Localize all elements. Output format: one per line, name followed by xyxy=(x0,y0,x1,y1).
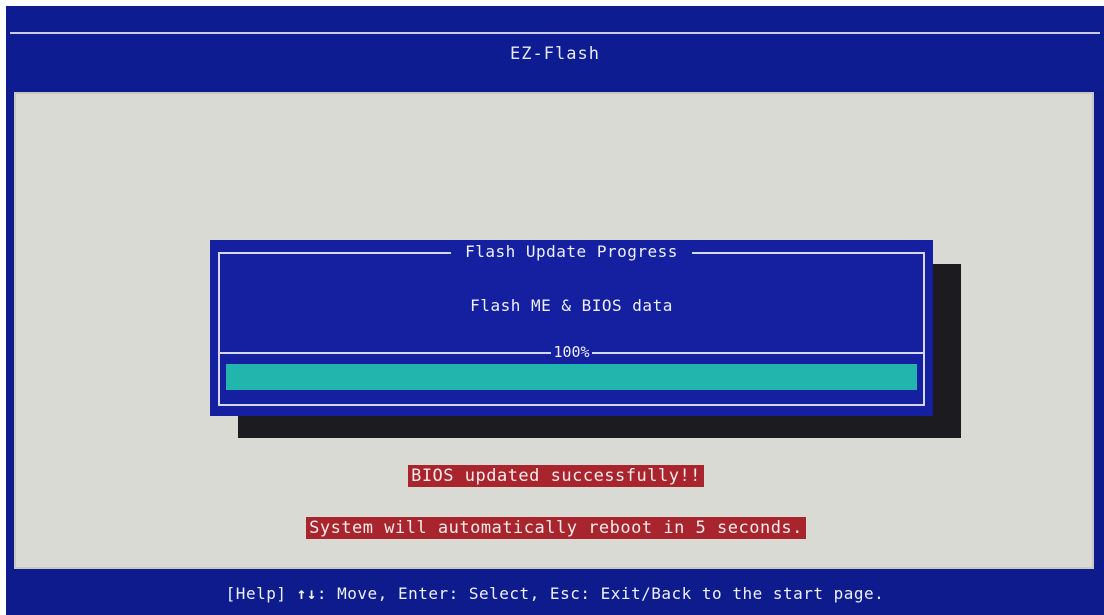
main-area: Flash Update Progress Flash ME & BIOS da… xyxy=(14,92,1094,569)
up-down-arrows-icon: ↑↓ xyxy=(296,584,317,603)
reboot-message: System will automatically reboot in 5 se… xyxy=(306,517,806,539)
dialog-frame: Flash Update Progress Flash ME & BIOS da… xyxy=(218,242,925,406)
progress-bar-fill xyxy=(226,364,917,390)
title-bar: EZ-Flash xyxy=(6,6,1104,90)
reboot-message-wrap: System will automatically reboot in 5 se… xyxy=(16,517,1096,539)
dialog-subtitle: Flash ME & BIOS data xyxy=(470,296,673,315)
flash-progress-dialog: Flash Update Progress Flash ME & BIOS da… xyxy=(210,240,933,416)
progress-percent-wrap: 100% xyxy=(220,342,923,361)
help-prefix: [Help] xyxy=(225,584,287,603)
help-text: : Move, Enter: Select, Esc: Exit/Back to… xyxy=(316,584,885,603)
app-title: EZ-Flash xyxy=(510,44,600,64)
bios-screen: EZ-Flash Flash Update Progress Flash ME … xyxy=(6,6,1104,615)
progress-percent: 100% xyxy=(551,343,592,361)
title-divider xyxy=(10,32,1100,34)
success-message: BIOS updated successfully!! xyxy=(408,465,704,487)
dialog-title: Flash Update Progress xyxy=(451,242,692,261)
progress-bar xyxy=(226,364,917,390)
dialog-title-wrap: Flash Update Progress xyxy=(220,242,923,261)
success-message-wrap: BIOS updated successfully!! xyxy=(16,465,1096,487)
help-bar: [Help] ↑↓: Move, Enter: Select, Esc: Exi… xyxy=(6,584,1104,603)
